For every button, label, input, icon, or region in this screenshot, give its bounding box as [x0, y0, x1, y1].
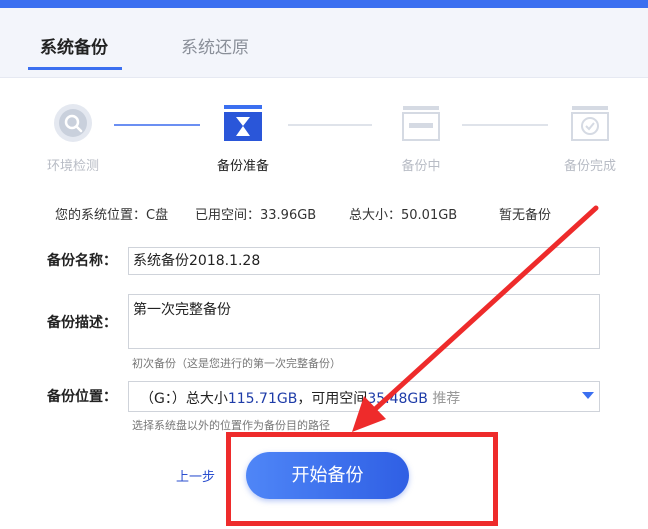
- annotation-arrow-icon: [352, 205, 599, 432]
